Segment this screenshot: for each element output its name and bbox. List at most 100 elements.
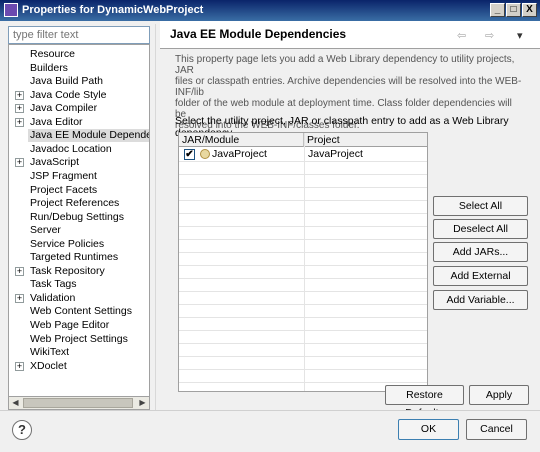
- table-row-line: [179, 382, 427, 383]
- panel-sash[interactable]: [155, 24, 156, 410]
- expand-icon[interactable]: +: [15, 361, 24, 371]
- tree-item-label: Java Editor: [30, 115, 83, 128]
- row-checkbox[interactable]: ✔: [184, 149, 195, 160]
- tree-item-label: XDoclet: [30, 359, 67, 372]
- expand-icon[interactable]: +: [15, 104, 24, 114]
- help-icon[interactable]: ?: [12, 420, 32, 440]
- filter-input[interactable]: [8, 26, 150, 44]
- maximize-button[interactable]: □: [506, 3, 521, 17]
- select-all-button[interactable]: Select All: [433, 196, 528, 216]
- tree-item[interactable]: Web Content Settings: [9, 305, 149, 318]
- cell-project[interactable]: JavaProject: [308, 148, 363, 161]
- cancel-button[interactable]: Cancel: [466, 419, 527, 440]
- tree-item[interactable]: + Validation: [9, 292, 149, 305]
- page-title: Java EE Module Dependencies: [170, 27, 347, 41]
- table-row-line: [179, 213, 427, 214]
- tree-item-label: Task Tags: [30, 278, 77, 291]
- scroll-right-icon[interactable]: ▶: [136, 397, 149, 409]
- tree-item[interactable]: Java Build Path: [9, 75, 149, 88]
- dependency-table[interactable]: JAR/Module Project ✔ JavaProject JavaPro…: [178, 132, 428, 392]
- add-external-jars-button[interactable]: Add External JARs...: [433, 266, 528, 300]
- ok-button[interactable]: OK: [398, 419, 459, 440]
- column-header-jar-module[interactable]: JAR/Module: [179, 133, 304, 147]
- add-variable-button[interactable]: Add Variable...: [433, 290, 528, 310]
- tree-item-label: Project Facets: [30, 183, 98, 196]
- tree-item-label: Web Content Settings: [30, 305, 132, 318]
- tree-item[interactable]: + Java Editor: [9, 116, 149, 129]
- view-menu-icon[interactable]: ▾: [517, 29, 523, 42]
- tree-item[interactable]: Run/Debug Settings: [9, 211, 149, 224]
- expand-icon[interactable]: +: [15, 117, 24, 127]
- tree-item[interactable]: + JavaScript: [9, 156, 149, 169]
- tree-item-label: Javadoc Location: [30, 142, 112, 155]
- table-row-line: [179, 200, 427, 201]
- tree-item-label: Server: [30, 224, 61, 237]
- tree-item-label: WikiText: [30, 346, 70, 359]
- window-title-bar: Properties for DynamicWebProject _ □ X: [0, 0, 540, 21]
- tree-item[interactable]: + Java Compiler: [9, 102, 149, 115]
- column-header-project[interactable]: Project: [304, 133, 427, 147]
- table-row-line: [179, 226, 427, 227]
- table-row-line: [179, 291, 427, 292]
- tree-item[interactable]: Javadoc Location: [9, 143, 149, 156]
- table-row-line: [179, 239, 427, 240]
- deselect-all-button[interactable]: Deselect All: [433, 219, 528, 239]
- expand-icon[interactable]: +: [15, 90, 24, 100]
- tree-item[interactable]: Resource: [9, 48, 149, 61]
- tree-item-label: Web Page Editor: [30, 319, 110, 331]
- properties-window-icon: [4, 3, 18, 17]
- tree-item[interactable]: JSP Fragment: [9, 170, 149, 183]
- tree-item[interactable]: WikiText: [9, 346, 149, 359]
- scrollbar-thumb[interactable]: [23, 398, 133, 408]
- close-button[interactable]: X: [522, 3, 537, 17]
- tree-item-label: Project References: [30, 197, 120, 210]
- dialog-footer: [0, 410, 540, 452]
- expand-icon[interactable]: +: [15, 293, 24, 303]
- tree-item[interactable]: Targeted Runtimes: [9, 251, 149, 264]
- page-header: Java EE Module Dependencies ⇦ ⇨ ▾: [160, 21, 540, 49]
- tree-item[interactable]: + Java Code Style: [9, 89, 149, 102]
- tree-item[interactable]: + Task Repository: [9, 265, 149, 278]
- tree-item-label: Task Repository: [30, 264, 105, 277]
- property-category-tree[interactable]: Resource Builders Java Build Path + Java Cod…: [8, 44, 150, 410]
- tree-item[interactable]: Java EE Module Dependencies: [9, 129, 149, 143]
- tree-item-label: Validation: [30, 291, 76, 304]
- tree-item[interactable]: Task Tags: [9, 278, 149, 291]
- tree-item-label: Run/Debug Settings: [30, 210, 124, 223]
- table-row-line: [179, 343, 427, 344]
- tree-item[interactable]: Server: [9, 224, 149, 237]
- tree-item-label: Builders: [30, 61, 68, 74]
- scroll-left-icon[interactable]: ◀: [9, 397, 22, 409]
- description-line: files or classpath entries. Archive depe…: [175, 76, 522, 98]
- restore-defaults-button[interactable]: Restore Defaults: [385, 385, 464, 419]
- tree-item[interactable]: Builders: [9, 62, 149, 75]
- tree-item-label: Targeted Runtimes: [30, 251, 119, 264]
- tree-item-label: Resource: [30, 48, 75, 60]
- table-row-line: [179, 369, 427, 370]
- tree-item-label: Service Policies: [30, 237, 105, 250]
- tree-item-label: Java EE Module Dependencies: [28, 129, 149, 143]
- expand-icon[interactable]: +: [15, 158, 24, 168]
- tree-item-label: JavaScript: [30, 156, 80, 169]
- add-jars-button[interactable]: Add JARs...: [433, 242, 528, 262]
- apply-button[interactable]: Apply: [469, 385, 529, 405]
- tree-item[interactable]: Web Project Settings: [9, 333, 149, 346]
- tree-item[interactable]: Web Page Editor: [9, 319, 149, 332]
- forward-arrow-icon[interactable]: ⇨: [485, 29, 494, 42]
- tree-horizontal-scrollbar[interactable]: ◀ ▶: [8, 396, 150, 410]
- tree-item[interactable]: Project Facets: [9, 184, 149, 197]
- tree-item[interactable]: Project References: [9, 197, 149, 210]
- minimize-button[interactable]: _: [490, 3, 505, 17]
- table-row-line: [179, 161, 427, 162]
- expand-icon[interactable]: +: [15, 266, 24, 276]
- tree-item-label: Java Build Path: [30, 75, 103, 88]
- description-line: This property page lets you add a Web Li…: [175, 54, 515, 76]
- table-row-line: [179, 265, 427, 266]
- tree-item[interactable]: Service Policies: [9, 238, 149, 251]
- tree-item-label: Java Code Style: [30, 88, 107, 101]
- table-row-line: [179, 356, 427, 357]
- back-arrow-icon[interactable]: ⇦: [457, 29, 466, 42]
- cell-jar-module[interactable]: JavaProject: [212, 148, 267, 161]
- tree-item[interactable]: + XDoclet: [9, 360, 149, 373]
- table-row-line: [179, 330, 427, 331]
